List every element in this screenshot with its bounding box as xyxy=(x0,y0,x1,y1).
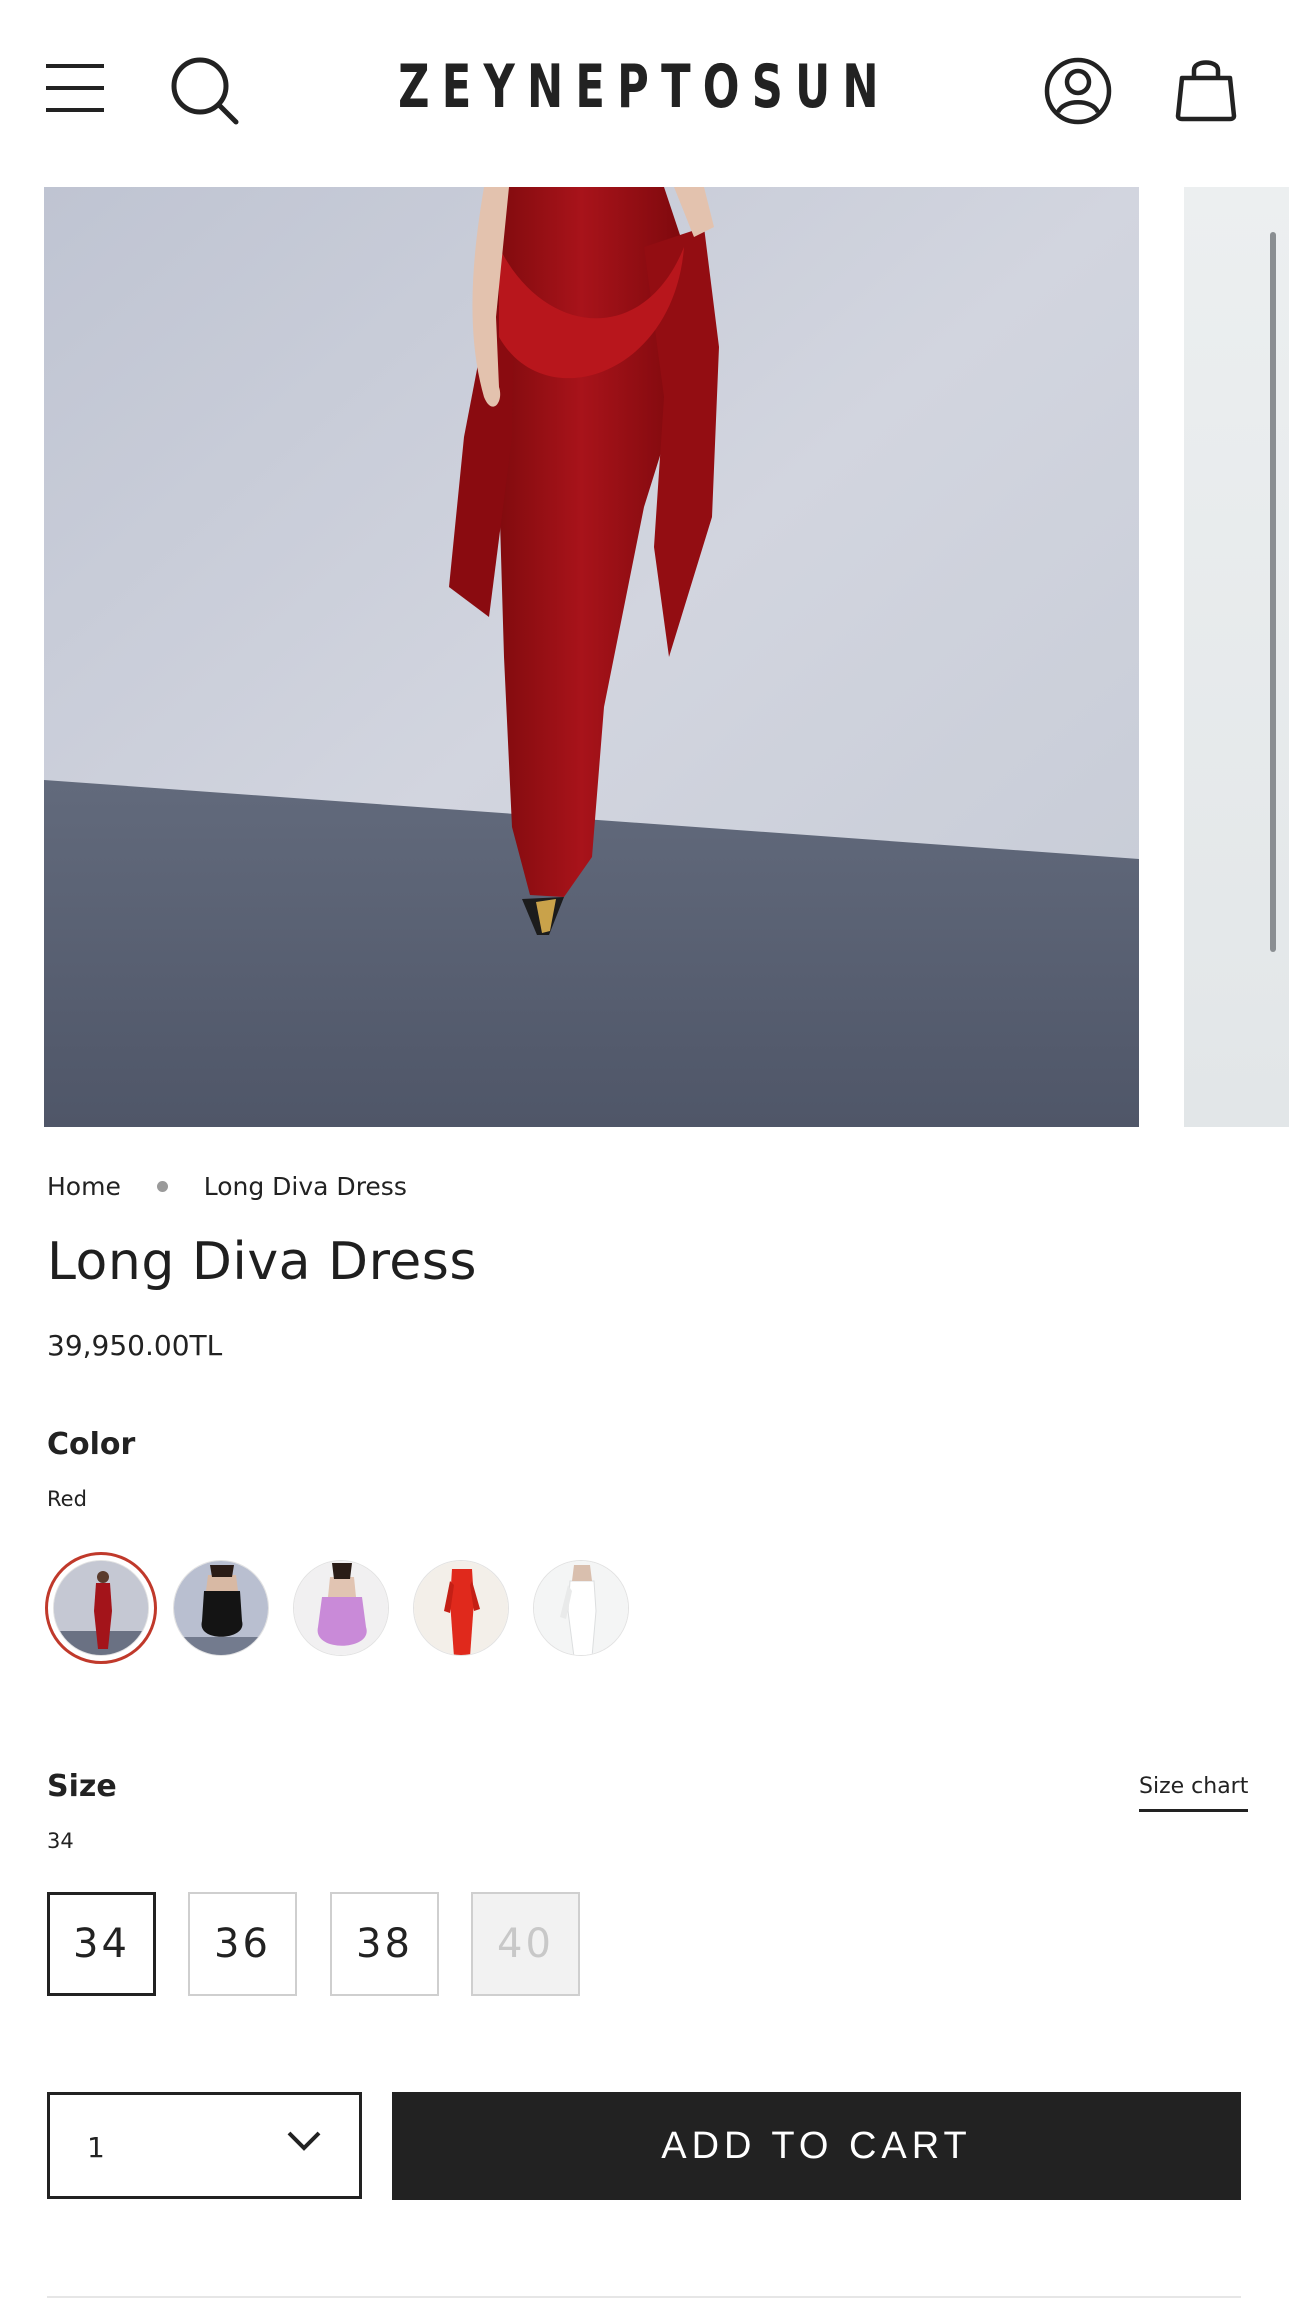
product-price: 39,950.00TL xyxy=(47,1329,223,1362)
brand-logo[interactable]: ZEYNEPTOSUN xyxy=(180,52,1108,122)
quantity-select[interactable]: 1 xyxy=(47,2092,362,2199)
add-to-cart-button[interactable]: ADD TO CART xyxy=(392,2092,1241,2200)
color-swatch-lilac[interactable] xyxy=(293,1560,389,1656)
size-chart-link[interactable]: Size chart xyxy=(1139,1774,1249,1812)
size-selected-value: 34 xyxy=(47,1829,74,1853)
product-image[interactable] xyxy=(44,187,1139,1127)
account-icon[interactable] xyxy=(1044,57,1112,129)
site-header: ZEYNEPTOSUN xyxy=(0,0,1289,185)
size-option-38[interactable]: 38 xyxy=(330,1892,439,1996)
bag-icon[interactable] xyxy=(1174,56,1238,126)
size-label: Size xyxy=(47,1769,117,1804)
breadcrumb: Home Long Diva Dress xyxy=(47,1170,407,1201)
breadcrumb-home[interactable]: Home xyxy=(47,1172,121,1201)
color-selected-value: Red xyxy=(47,1487,87,1511)
breadcrumb-current: Long Diva Dress xyxy=(203,1171,407,1201)
color-swatch-orange-red[interactable] xyxy=(413,1560,509,1656)
section-divider xyxy=(47,2296,1241,2298)
breadcrumb-separator xyxy=(156,1180,168,1192)
size-option-36[interactable]: 36 xyxy=(188,1892,297,1996)
chevron-down-icon xyxy=(286,2129,322,2157)
color-swatch-red[interactable] xyxy=(53,1560,149,1656)
product-title: Long Diva Dress xyxy=(47,1232,477,1292)
color-swatch-white[interactable] xyxy=(533,1560,629,1656)
menu-icon[interactable] xyxy=(44,62,108,118)
size-option-34[interactable]: 34 xyxy=(47,1892,156,1996)
gallery-scrollbar[interactable] xyxy=(1270,232,1280,952)
color-swatch-black[interactable] xyxy=(173,1560,269,1656)
color-label: Color xyxy=(47,1427,136,1462)
quantity-value: 1 xyxy=(87,2131,105,2164)
gallery-scrollbar-thumb[interactable] xyxy=(1270,232,1276,952)
size-option-40[interactable]: 40 xyxy=(471,1892,580,1996)
